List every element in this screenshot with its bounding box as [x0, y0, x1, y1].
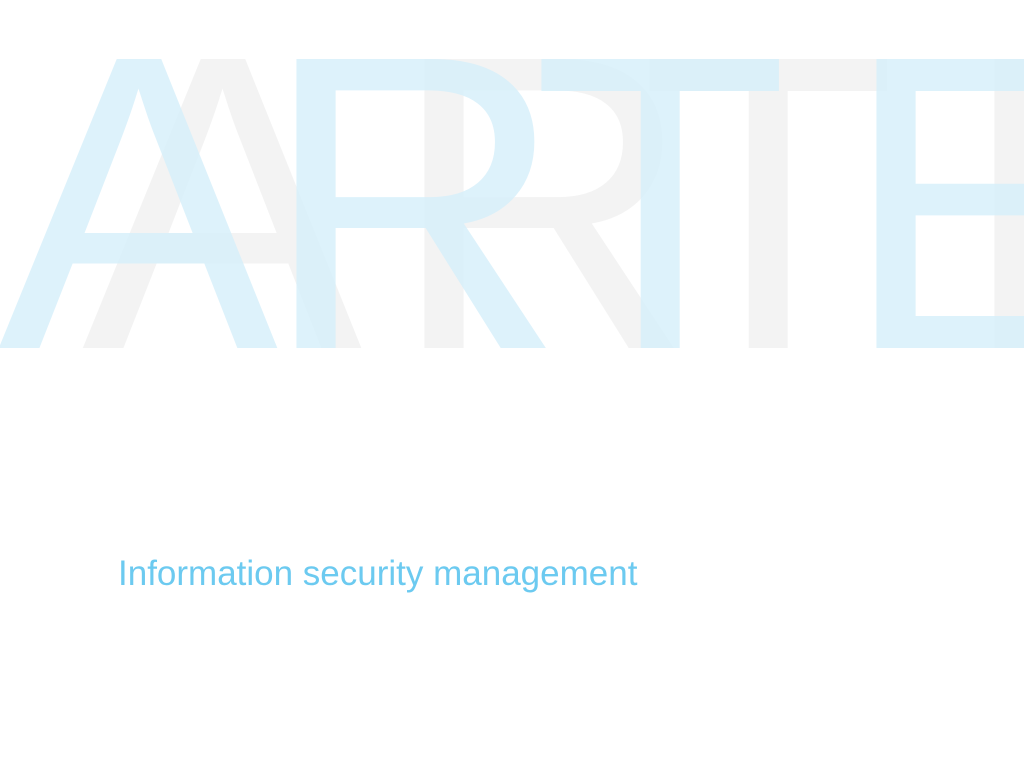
- tagline: Information security management: [118, 554, 638, 593]
- wordmark-primary: A R T E: [0, 0, 1024, 400]
- wordmark-primary-letter-a: A: [0, 0, 280, 400]
- wordmark-primary-letter-e: E: [842, 0, 1024, 400]
- slide-canvas: A R T E A R T E Information security man…: [0, 0, 1024, 768]
- wordmark-primary-letter-r: R: [262, 0, 565, 400]
- wordmark-primary-letter-t: T: [532, 0, 789, 400]
- brand-wordmark: A R T E A R T E: [0, 0, 1024, 400]
